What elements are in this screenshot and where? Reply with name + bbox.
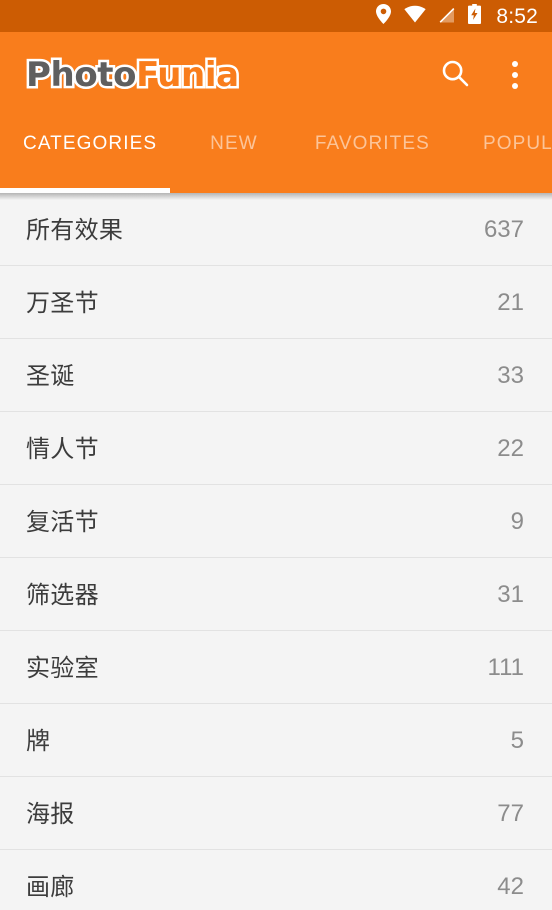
category-name: 所有效果: [26, 215, 124, 244]
table-row[interactable]: 万圣节 21: [0, 266, 552, 339]
category-name: 万圣节: [26, 288, 99, 317]
category-name: 圣诞: [26, 361, 75, 390]
table-row[interactable]: 海报 77: [0, 777, 552, 850]
battery-charging-icon: [468, 3, 482, 29]
category-count: 9: [510, 507, 524, 535]
table-row[interactable]: 情人节 22: [0, 412, 552, 485]
category-count: 42: [497, 872, 524, 900]
tab-favorites[interactable]: FAVORITES: [315, 134, 430, 153]
search-icon: [440, 58, 470, 93]
category-count: 77: [497, 799, 524, 827]
category-count: 21: [497, 288, 524, 316]
table-row[interactable]: 筛选器 31: [0, 558, 552, 631]
category-name: 画廊: [26, 872, 75, 901]
overflow-menu-button[interactable]: [498, 55, 532, 95]
category-count: 33: [497, 361, 524, 389]
category-count: 22: [497, 434, 524, 462]
more-vertical-icon: [512, 61, 518, 89]
table-row[interactable]: 所有效果 637: [0, 193, 552, 266]
tab-popular[interactable]: POPULAR: [483, 134, 552, 153]
table-row[interactable]: 复活节 9: [0, 485, 552, 558]
category-name: 实验室: [26, 653, 99, 682]
app-bar: PhotoFunia CATEGORIES NEW FAVORITES POPU…: [0, 32, 552, 193]
category-count: 637: [483, 215, 524, 243]
status-clock: 8:52: [496, 4, 538, 28]
signal-off-icon: [439, 4, 455, 28]
category-count: 5: [510, 726, 524, 754]
category-name: 复活节: [26, 507, 99, 536]
tab-categories[interactable]: CATEGORIES: [23, 134, 157, 153]
app-bar-actions: [438, 55, 532, 95]
status-bar: 8:52: [0, 0, 552, 32]
tab-new[interactable]: NEW: [210, 134, 258, 153]
app-logo-part-1: Photo: [23, 55, 139, 95]
category-name: 牌: [26, 726, 51, 755]
app-bar-top: PhotoFunia: [0, 32, 552, 118]
category-name: 海报: [26, 799, 75, 828]
app-root: 8:52 PhotoFunia CATEGORIES NEW FAVORITES…: [0, 0, 552, 910]
tab-bar: CATEGORIES NEW FAVORITES POPULAR: [0, 118, 552, 193]
wifi-icon: [404, 5, 426, 28]
category-name: 情人节: [26, 434, 99, 463]
table-row[interactable]: 圣诞 33: [0, 339, 552, 412]
category-count: 31: [497, 580, 524, 608]
location-pin-icon: [376, 3, 392, 29]
category-list[interactable]: 所有效果 637 万圣节 21 圣诞 33 情人节 22 复活节 9 筛选器 3…: [0, 193, 552, 910]
table-row[interactable]: 实验室 111: [0, 631, 552, 704]
app-logo: PhotoFunia: [23, 55, 242, 95]
category-count: 111: [487, 653, 524, 681]
table-row[interactable]: 牌 5: [0, 704, 552, 777]
search-button[interactable]: [438, 55, 472, 95]
app-logo-part-2: Funia: [134, 55, 242, 95]
table-row[interactable]: 画廊 42: [0, 850, 552, 910]
category-name: 筛选器: [26, 580, 99, 609]
